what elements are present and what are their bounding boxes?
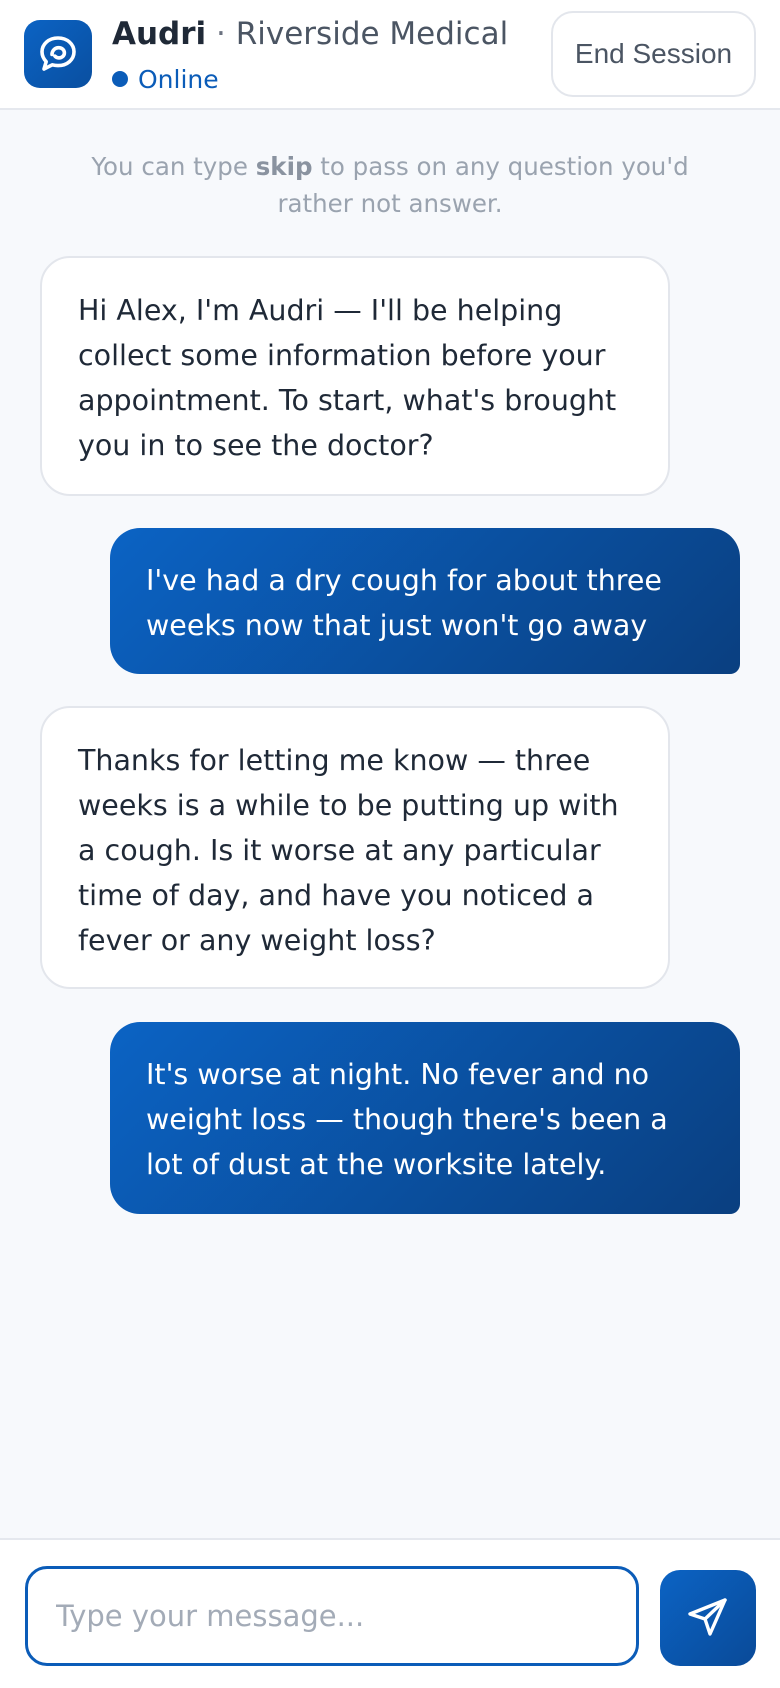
- user-message: I've had a dry cough for about three wee…: [110, 528, 740, 674]
- message-input[interactable]: [25, 1566, 639, 1666]
- hint-text-after: to pass on any question you'd rather not…: [277, 152, 689, 218]
- end-session-button[interactable]: End Session: [551, 11, 756, 97]
- paper-plane-icon: [685, 1594, 731, 1643]
- assistant-name: Audri: [112, 16, 207, 52]
- clinic-name: Riverside Medical: [235, 16, 509, 52]
- hint-text-before: You can type: [91, 152, 256, 181]
- chat-header: Audri · Riverside Medical Online End Ses…: [0, 0, 780, 110]
- skip-hint: You can type skip to pass on any questio…: [90, 148, 690, 222]
- bot-message: Hi Alex, I'm Audri — I'll be helping col…: [40, 256, 670, 496]
- title-separator: ·: [206, 16, 236, 52]
- user-message: It's worse at night. No fever and no wei…: [110, 1022, 740, 1214]
- send-button[interactable]: [660, 1570, 756, 1666]
- chat-title: Audri · Riverside Medical: [112, 14, 508, 54]
- status-indicator: Online: [112, 62, 219, 96]
- chat-app: Audri · Riverside Medical Online End Ses…: [0, 0, 780, 1688]
- status-text: Online: [138, 64, 219, 94]
- status-dot: [112, 71, 128, 87]
- bot-message: Thanks for letting me know — three weeks…: [40, 706, 670, 989]
- chat-bubble-icon: [24, 20, 92, 88]
- hint-keyword: skip: [255, 152, 313, 181]
- message-composer: [0, 1538, 780, 1688]
